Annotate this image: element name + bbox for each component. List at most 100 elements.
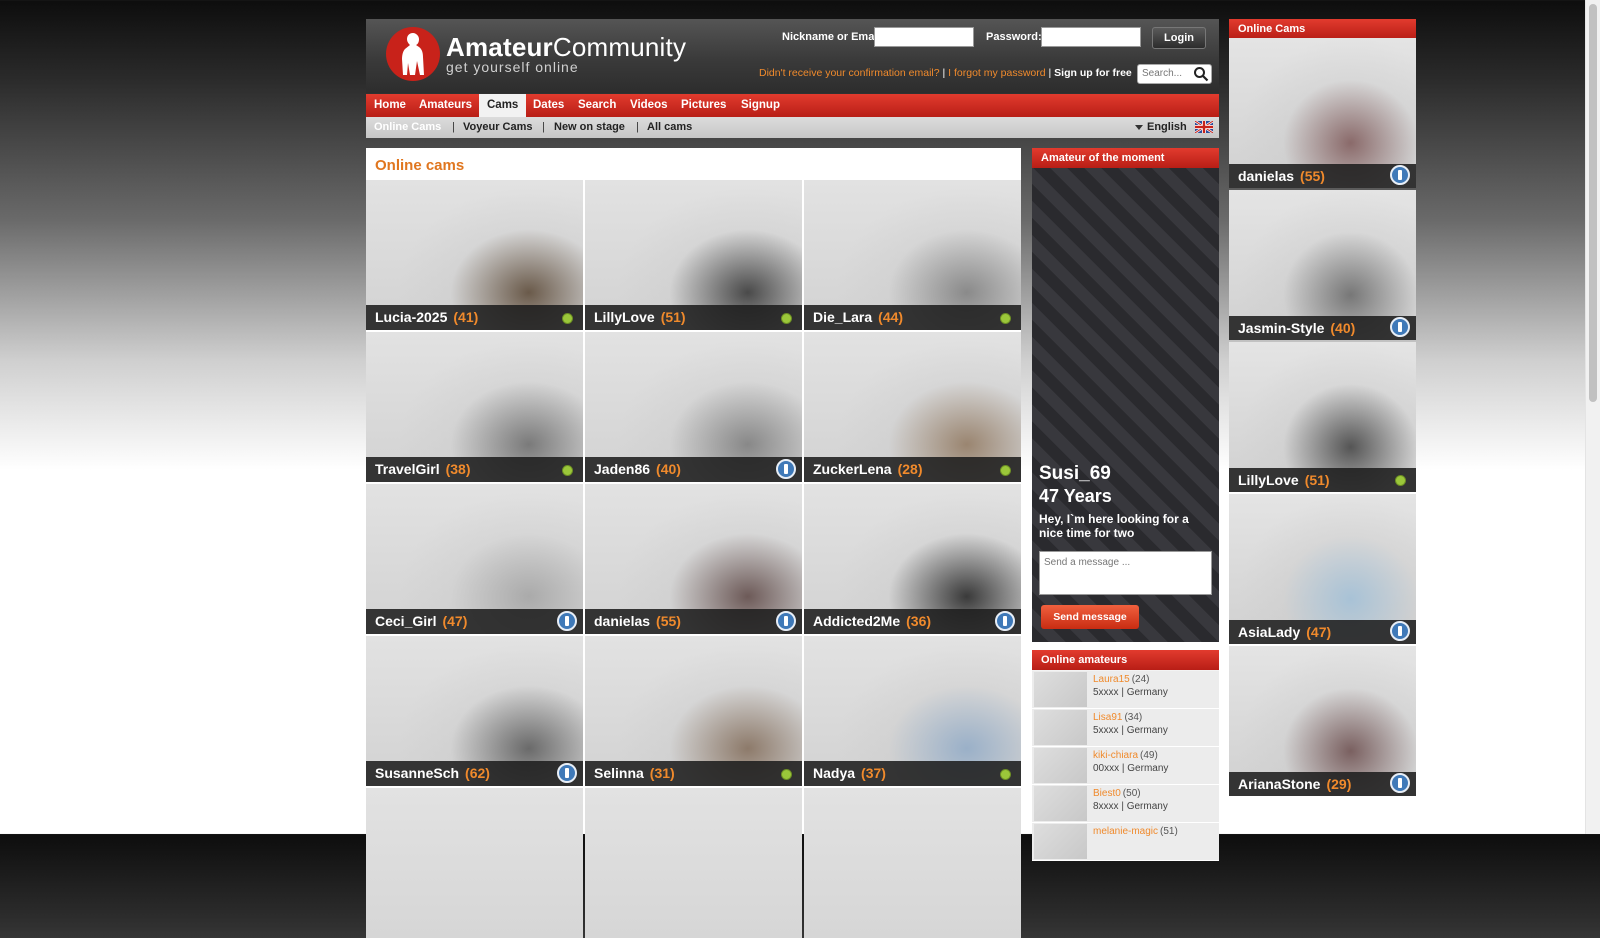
cam-tile[interactable]: Jaden86 (40) xyxy=(585,332,802,482)
scrollbar-thumb[interactable] xyxy=(1589,4,1597,402)
nav-amateurs[interactable]: Amateurs xyxy=(419,94,472,117)
cam-name[interactable]: ArianaStone (29) xyxy=(1238,776,1351,792)
cam-username[interactable]: ArianaStone xyxy=(1238,776,1320,792)
cam-name[interactable]: Jasmin-Style (40) xyxy=(1238,320,1355,336)
cam-name[interactable]: Selinna (31) xyxy=(594,765,675,781)
cam-name[interactable]: danielas (55) xyxy=(594,613,681,629)
send-message-button[interactable]: Send message xyxy=(1041,605,1139,629)
nav-dates[interactable]: Dates xyxy=(533,94,564,117)
sidebar-cam-tile[interactable]: LillyLove (51) xyxy=(1229,342,1416,492)
amateur-thumbnail[interactable] xyxy=(1034,748,1087,783)
cam-tile[interactable]: ZuckerLena (28) xyxy=(804,332,1021,482)
subnav-all-cams[interactable]: All cams xyxy=(647,117,692,138)
amateur-name-row[interactable]: kiki-chiara (49) xyxy=(1093,750,1158,761)
amateur-name-row[interactable]: Laura15 (24) xyxy=(1093,674,1150,685)
info-icon[interactable] xyxy=(776,459,796,479)
sidebar-cam-tile[interactable]: danielas (55) xyxy=(1229,38,1416,188)
cam-tile[interactable]: SusanneSch (62) xyxy=(366,636,583,786)
amateur-name-row[interactable]: Lisa91 (34) xyxy=(1093,712,1142,723)
info-icon[interactable] xyxy=(1390,773,1410,793)
amateur-list-item[interactable]: Biest0 (50) 8xxxx | Germany xyxy=(1032,785,1219,823)
amateur-name[interactable]: melanie-magic xyxy=(1093,826,1158,837)
cam-name[interactable]: Lucia-2025 (41) xyxy=(375,309,478,325)
cam-name[interactable]: Nadya (37) xyxy=(813,765,886,781)
cam-name[interactable]: SusanneSch (62) xyxy=(375,765,490,781)
amateur-name[interactable]: Laura15 xyxy=(1093,674,1130,685)
amateur-list-item[interactable]: Laura15 (24) 5xxxx | Germany xyxy=(1032,671,1219,709)
nav-videos[interactable]: Videos xyxy=(630,94,668,117)
nav-home[interactable]: Home xyxy=(374,94,406,117)
chevron-down-icon[interactable] xyxy=(1135,125,1143,130)
cam-tile[interactable]: LillyLove (51) xyxy=(585,180,802,330)
cam-username[interactable]: danielas xyxy=(1238,168,1294,184)
subnav-online-cams[interactable]: Online Cams xyxy=(374,117,441,138)
cam-username[interactable]: ZuckerLena xyxy=(813,461,892,477)
cam-name[interactable]: Die_Lara (44) xyxy=(813,309,903,325)
amateur-list-item[interactable]: Lisa91 (34) 5xxxx | Germany xyxy=(1032,709,1219,747)
info-icon[interactable] xyxy=(776,611,796,631)
cam-tile[interactable] xyxy=(804,788,1021,938)
info-icon[interactable] xyxy=(1390,317,1410,337)
language-selector[interactable]: English xyxy=(1147,117,1187,138)
cam-username[interactable]: AsiaLady xyxy=(1238,624,1300,640)
page-scrollbar[interactable] xyxy=(1585,0,1600,834)
cam-username[interactable]: TravelGirl xyxy=(375,461,440,477)
info-icon[interactable] xyxy=(1390,165,1410,185)
cam-username[interactable]: Die_Lara xyxy=(813,309,872,325)
cam-name[interactable]: TravelGirl (38) xyxy=(375,461,471,477)
cam-name[interactable]: Jaden86 (40) xyxy=(594,461,681,477)
forgot-password-link[interactable]: I forgot my password xyxy=(948,67,1045,79)
cam-name[interactable]: AsiaLady (47) xyxy=(1238,624,1331,640)
moment-name[interactable]: Susi_69 xyxy=(1039,463,1111,485)
amateur-thumbnail[interactable] xyxy=(1034,672,1087,707)
cam-username[interactable]: Addicted2Me xyxy=(813,613,900,629)
search-input[interactable]: Search... xyxy=(1137,64,1212,84)
cam-tile[interactable]: Selinna (31) xyxy=(585,636,802,786)
amateur-list-item[interactable]: kiki-chiara (49) 00xxx | Germany xyxy=(1032,747,1219,785)
info-icon[interactable] xyxy=(995,611,1015,631)
sidebar-cam-tile[interactable]: ArianaStone (29) xyxy=(1229,646,1416,796)
cam-tile[interactable] xyxy=(585,788,802,938)
cam-username[interactable]: Lucia-2025 xyxy=(375,309,447,325)
nav-pictures[interactable]: Pictures xyxy=(681,94,726,117)
amateur-thumbnail[interactable] xyxy=(1034,710,1087,745)
cam-username[interactable]: Nadya xyxy=(813,765,855,781)
cam-tile[interactable]: Addicted2Me (36) xyxy=(804,484,1021,634)
cam-tile[interactable]: Lucia-2025 (41) xyxy=(366,180,583,330)
cam-username[interactable]: Jaden86 xyxy=(594,461,650,477)
cam-name[interactable]: ZuckerLena (28) xyxy=(813,461,923,477)
confirmation-email-link[interactable]: Didn't receive your confirmation email? xyxy=(759,67,940,79)
cam-name[interactable]: Addicted2Me (36) xyxy=(813,613,931,629)
cam-tile[interactable] xyxy=(366,788,583,938)
cam-username[interactable]: Selinna xyxy=(594,765,644,781)
cam-username[interactable]: Jasmin-Style xyxy=(1238,320,1324,336)
sidebar-cam-tile[interactable]: Jasmin-Style (40) xyxy=(1229,190,1416,340)
amateur-thumbnail[interactable] xyxy=(1034,824,1087,859)
cam-tile[interactable]: Ceci_Girl (47) xyxy=(366,484,583,634)
info-icon[interactable] xyxy=(1390,621,1410,641)
cam-username[interactable]: SusanneSch xyxy=(375,765,459,781)
cam-username[interactable]: danielas xyxy=(594,613,650,629)
cam-name[interactable]: LillyLove (51) xyxy=(1238,472,1330,488)
cam-tile[interactable]: Die_Lara (44) xyxy=(804,180,1021,330)
cam-username[interactable]: LillyLove xyxy=(594,309,655,325)
amateur-name[interactable]: Biest0 xyxy=(1093,788,1121,799)
amateur-name-row[interactable]: melanie-magic (51) xyxy=(1093,826,1178,837)
nav-search[interactable]: Search xyxy=(578,94,616,117)
logo-icon[interactable] xyxy=(386,27,440,81)
subnav-new-on-stage[interactable]: New on stage xyxy=(554,117,625,138)
info-icon[interactable] xyxy=(557,611,577,631)
amateur-name[interactable]: Lisa91 xyxy=(1093,712,1122,723)
nav-signup[interactable]: Signup xyxy=(741,94,780,117)
login-button[interactable]: Login xyxy=(1152,27,1206,49)
search-icon[interactable] xyxy=(1193,66,1209,82)
cam-tile[interactable]: TravelGirl (38) xyxy=(366,332,583,482)
amateur-list-item[interactable]: melanie-magic (51) xyxy=(1032,823,1219,861)
cam-username[interactable]: Ceci_Girl xyxy=(375,613,436,629)
info-icon[interactable] xyxy=(557,763,577,783)
message-input[interactable]: Send a message ... xyxy=(1039,551,1212,595)
cam-name[interactable]: danielas (55) xyxy=(1238,168,1325,184)
subnav-voyeur-cams[interactable]: Voyeur Cams xyxy=(463,117,533,138)
cam-tile[interactable]: Nadya (37) xyxy=(804,636,1021,786)
cam-tile[interactable]: danielas (55) xyxy=(585,484,802,634)
